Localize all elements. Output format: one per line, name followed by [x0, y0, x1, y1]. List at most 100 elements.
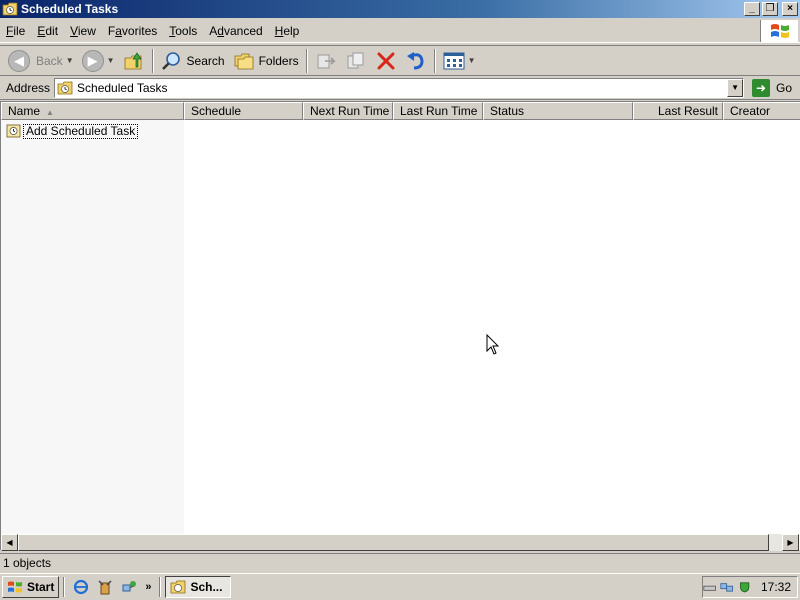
back-dropdown-icon[interactable]: ▼	[66, 56, 74, 65]
system-tray: 17:32	[702, 576, 798, 598]
menu-help-rest: elp	[283, 24, 300, 38]
list-item[interactable]: Add Scheduled Task	[6, 123, 139, 139]
move-to-button[interactable]	[311, 48, 341, 74]
address-dropdown-button[interactable]: ▼	[727, 79, 744, 97]
menu-favorites[interactable]: Favorites	[102, 24, 163, 38]
back-button[interactable]: ◀ Back ▼	[4, 48, 78, 74]
taskbar-button-scheduled-tasks[interactable]: Sch...	[165, 576, 232, 598]
column-header-last-result[interactable]: Last Result	[633, 102, 723, 120]
column-header-last-run-time[interactable]: Last Run Time	[393, 102, 483, 120]
quick-launch-overflow-icon[interactable]: »	[145, 581, 151, 593]
menu-advanced[interactable]: Advanced	[203, 24, 268, 38]
folders-label: Folders	[258, 53, 299, 68]
up-folder-icon	[124, 51, 142, 69]
column-headers: Name ▲ Schedule Next Run Time Last Run Ti…	[1, 102, 800, 120]
mouse-cursor-icon	[486, 334, 500, 355]
title-bar[interactable]: Scheduled Tasks _ ❐ ×	[0, 0, 800, 18]
network-icon[interactable]	[720, 580, 734, 594]
security-icon[interactable]	[738, 580, 751, 594]
window-title: Scheduled Tasks	[21, 2, 119, 16]
delete-button[interactable]	[371, 48, 401, 74]
scheduled-tasks-folder-icon	[171, 580, 186, 594]
menu-view[interactable]: View	[64, 24, 102, 38]
menu-view-accel: V	[70, 24, 78, 38]
status-object-count: 1 objects	[3, 556, 52, 570]
list-item-label: Add Scheduled Task	[23, 123, 139, 139]
copy-to-button[interactable]	[341, 48, 371, 74]
start-button[interactable]: Start	[2, 576, 60, 598]
go-button[interactable]: ➜ Go	[752, 79, 792, 97]
menu-view-rest: iew	[77, 24, 96, 38]
menu-edit[interactable]: Edit	[31, 24, 64, 38]
up-folder-button[interactable]	[119, 48, 149, 74]
column-header-name[interactable]: Name ▲	[1, 102, 184, 120]
close-button[interactable]: ×	[782, 2, 798, 16]
search-label: Search	[186, 53, 225, 68]
folders-button[interactable]: Folders	[229, 48, 303, 74]
menu-file-rest: ile	[13, 24, 26, 38]
quick-launch-tools-icon[interactable]	[96, 578, 114, 596]
sorted-column-highlight	[1, 120, 184, 534]
copy-to-icon	[347, 52, 364, 68]
minimize-button[interactable]: _	[744, 2, 760, 16]
hardware-icon[interactable]	[703, 580, 716, 594]
scheduled-tasks-folder-icon	[57, 81, 73, 95]
taskbar: Start » Sch... 17:32	[0, 573, 800, 600]
address-bar: Address Scheduled Tasks ▼ ➜ Go	[0, 77, 800, 100]
search-button[interactable]: Search	[157, 48, 229, 74]
move-to-icon	[317, 54, 336, 68]
forward-button[interactable]: ▶ ▼	[78, 48, 119, 74]
address-label: Address	[6, 81, 51, 95]
folders-icon	[234, 53, 253, 69]
horizontal-scrollbar[interactable]: ◀ ▶	[1, 534, 799, 551]
search-icon	[161, 51, 180, 70]
toolbar-separator	[305, 48, 308, 73]
column-header-status[interactable]: Status	[483, 102, 633, 120]
menu-favorites-accel: a	[115, 24, 122, 38]
address-value: Scheduled Tasks	[77, 81, 168, 95]
scroll-right-button[interactable]: ▶	[782, 534, 799, 551]
delete-x-icon	[377, 52, 395, 69]
undo-icon	[406, 51, 424, 69]
add-task-icon	[6, 124, 21, 138]
toolbar-separator	[433, 48, 436, 73]
views-dropdown-icon[interactable]: ▼	[468, 56, 476, 65]
scroll-left-button[interactable]: ◀	[1, 534, 18, 551]
forward-arrow-icon: ▶	[81, 49, 104, 72]
restore-button[interactable]: ❐	[762, 2, 778, 16]
column-header-creator[interactable]: Creator	[723, 102, 800, 120]
scroll-track[interactable]	[769, 534, 782, 551]
views-button[interactable]: ▼	[439, 48, 480, 74]
menu-file[interactable]: File	[0, 24, 31, 38]
go-arrow-icon: ➜	[752, 79, 771, 97]
forward-dropdown-icon[interactable]: ▼	[107, 56, 115, 65]
clock[interactable]: 17:32	[761, 580, 791, 594]
menu-favorites-rest: vorites	[121, 24, 158, 38]
go-label: Go	[776, 81, 793, 95]
menu-tools-rest: ools	[175, 24, 198, 38]
taskbar-separator	[159, 577, 162, 597]
menu-advanced-rest: vanced	[223, 24, 263, 38]
task-list-view[interactable]: Name ▲ Schedule Next Run Time Last Run Ti…	[0, 101, 800, 551]
scheduled-tasks-folder-icon	[2, 2, 18, 16]
menu-help[interactable]: Help	[269, 24, 306, 38]
menu-bar: File Edit View Favorites Tools Advanced …	[0, 20, 800, 43]
menu-advanced-accel: d	[217, 24, 224, 38]
column-header-schedule[interactable]: Schedule	[184, 102, 303, 120]
windows-flag-icon	[8, 581, 22, 593]
back-label: Back	[36, 53, 63, 68]
menu-tools[interactable]: Tools	[163, 24, 203, 38]
internet-explorer-icon[interactable]	[72, 578, 90, 596]
status-bar: 1 objects	[0, 553, 800, 572]
quick-launch-network-icon[interactable]	[120, 578, 138, 596]
sort-ascending-icon: ▲	[46, 108, 54, 117]
scroll-thumb[interactable]	[18, 534, 769, 551]
views-icon	[443, 52, 465, 69]
column-header-next-run-time[interactable]: Next Run Time	[303, 102, 393, 120]
address-field[interactable]: Scheduled Tasks ▼	[54, 78, 745, 98]
column-name-label: Name	[8, 104, 41, 118]
menu-edit-rest: dit	[45, 24, 59, 38]
taskbar-button-label: Sch...	[190, 580, 223, 594]
taskbar-separator	[63, 577, 66, 597]
undo-button[interactable]	[401, 48, 431, 74]
